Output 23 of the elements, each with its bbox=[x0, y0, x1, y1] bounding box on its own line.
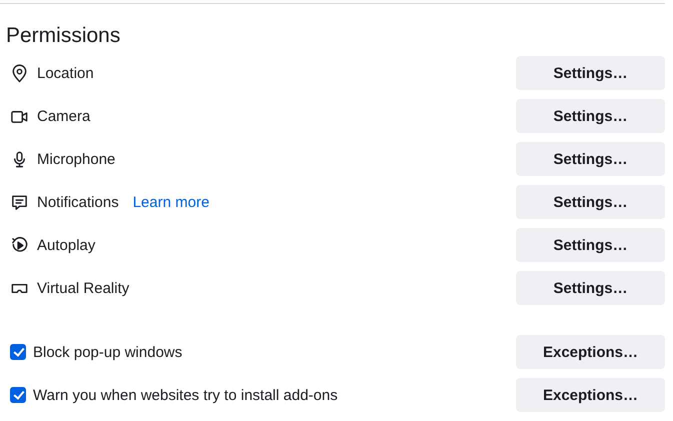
checkbox[interactable] bbox=[10, 387, 26, 403]
learn-more-link[interactable]: Learn more bbox=[132, 194, 210, 210]
settings-button[interactable]: Settings… bbox=[516, 228, 665, 262]
location-pin-icon bbox=[10, 64, 29, 82]
permission-label: Microphone bbox=[37, 150, 116, 168]
settings-button[interactable]: Settings… bbox=[516, 56, 665, 90]
settings-button[interactable]: Settings… bbox=[516, 99, 665, 133]
speech-bubble-icon bbox=[10, 192, 29, 212]
settings-button[interactable]: Settings… bbox=[516, 185, 665, 219]
checkbox-label: Warn you when websites try to install add-ons bbox=[33, 386, 338, 404]
permission-label: Location bbox=[37, 64, 94, 82]
section-title: Permissions bbox=[6, 24, 122, 48]
permission-label: Virtual Reality bbox=[37, 280, 130, 296]
permission-label: Autoplay bbox=[37, 236, 96, 254]
settings-button[interactable]: Settings… bbox=[516, 142, 665, 176]
play-circle-icon bbox=[10, 236, 29, 254]
permission-label: Camera bbox=[37, 108, 90, 124]
checkbox-label: Block pop-up windows bbox=[33, 344, 182, 360]
permission-label: Notifications bbox=[37, 194, 119, 210]
exceptions-button[interactable]: Exceptions… bbox=[516, 378, 665, 412]
settings-button[interactable]: Settings… bbox=[516, 271, 665, 305]
exceptions-button[interactable]: Exceptions… bbox=[516, 335, 665, 369]
checkbox[interactable] bbox=[10, 344, 26, 360]
